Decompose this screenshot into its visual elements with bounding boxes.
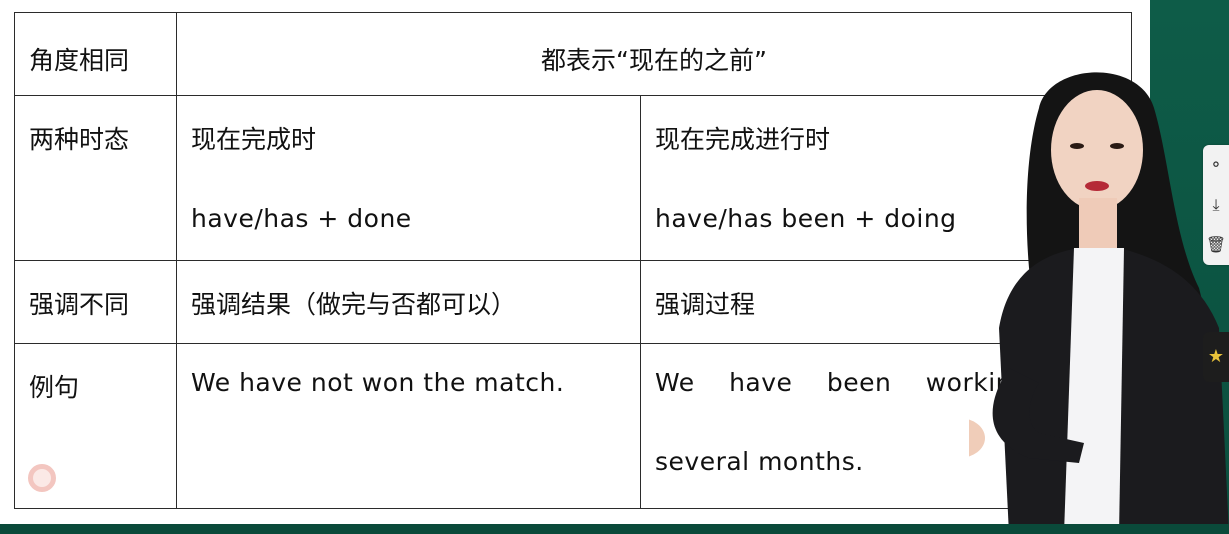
example-label: 例句: [29, 373, 80, 402]
example-right-word: have: [729, 368, 793, 397]
table-row-tenses: 两种时态 现在完成时 have/has + done 现在完成进行时 have/…: [14, 95, 1132, 261]
emphasis-label-cell: 强调不同: [14, 260, 177, 344]
example-right-word: ha: [1062, 368, 1095, 397]
tenses-label: 两种时态: [29, 125, 130, 154]
emphasis-right-cell: 强调过程: [640, 260, 1132, 344]
emphasis-label: 强调不同: [29, 290, 130, 319]
present-perfect-continuous-cell: 现在完成进行时 have/has been + doing: [640, 95, 1132, 261]
header-label-cell: 角度相同: [14, 12, 177, 96]
present-perfect-continuous-formula: have/has been + doing: [655, 204, 957, 233]
table-row-header: 角度相同 都表示“现在的之前”: [14, 12, 1132, 96]
emphasis-left-text: 强调结果（做完与否都可以）: [191, 290, 517, 319]
emphasis-left-cell: 强调结果（做完与否都可以）: [176, 260, 641, 344]
table-row-example: 例句 We have not won the match. We have be…: [14, 343, 1132, 509]
star-icon[interactable]: ★: [1203, 332, 1229, 382]
example-left-sentence: We have not won the match.: [191, 368, 565, 397]
video-frame: 角度相同 都表示“现在的之前” 两种时态 现在完成时 have/has + do…: [0, 0, 1229, 534]
header-merged-cell: 都表示“现在的之前”: [176, 12, 1132, 96]
table-row-emphasis: 强调不同 强调结果（做完与否都可以） 强调过程: [14, 260, 1132, 344]
side-toolbar: ⚬ ⤓ 🗑: [1203, 145, 1229, 265]
watermark-logo-icon: [28, 464, 56, 492]
present-perfect-cell: 现在完成时 have/has + done: [176, 95, 641, 261]
example-right-line1: We have been working ha: [655, 368, 1095, 397]
slide: 角度相同 都表示“现在的之前” 两种时态 现在完成时 have/has + do…: [0, 0, 1150, 524]
example-right-cell: We have been working ha several months.: [640, 343, 1132, 509]
emphasis-right-text: 强调过程: [655, 290, 756, 319]
example-left-cell: We have not won the match.: [176, 343, 641, 509]
header-merged-text: 都表示“现在的之前”: [541, 46, 767, 75]
grammar-table: 角度相同 都表示“现在的之前” 两种时态 现在完成时 have/has + do…: [14, 12, 1132, 509]
example-right-word: working: [925, 368, 1029, 397]
present-perfect-title: 现在完成时: [191, 125, 317, 154]
bottom-border: [0, 524, 1229, 534]
tenses-label-cell: 两种时态: [14, 95, 177, 261]
share-icon[interactable]: ⚬: [1203, 145, 1229, 185]
delete-icon[interactable]: 🗑: [1203, 225, 1229, 265]
download-icon[interactable]: ⤓: [1203, 185, 1229, 225]
present-perfect-continuous-title: 现在完成进行时: [655, 125, 831, 154]
present-perfect-formula: have/has + done: [191, 204, 412, 233]
header-label: 角度相同: [29, 46, 130, 75]
example-right-line2: several months.: [655, 447, 864, 476]
example-right-word: We: [655, 368, 695, 397]
example-right-word: been: [826, 368, 892, 397]
